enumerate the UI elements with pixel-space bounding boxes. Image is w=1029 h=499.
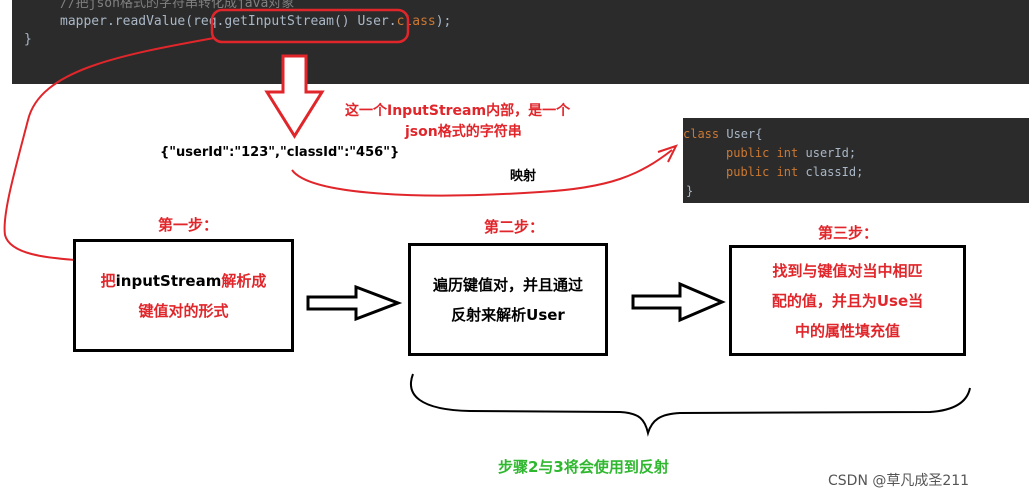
step2-text: 遍历键值对，并且通过 反射来解析User: [433, 270, 583, 330]
step3-box: 找到与键值对当中相匹 配的值，并且为Use当 中的属性填充值: [729, 245, 966, 356]
inputstream-note-line1: 这一个InputStream内部，是一个: [345, 103, 571, 119]
step3-line1: 找到与键值对当中相匹: [772, 261, 923, 280]
down-arrow: [264, 54, 325, 139]
inputstream-note-line2: json格式的字符串: [405, 124, 522, 140]
watermark: CSDN @草凡成圣211: [828, 473, 970, 489]
arrow-step1-to-step2: [306, 284, 403, 322]
json-sample: {"userId":"123","classId":"456"}: [160, 145, 400, 160]
step1-text-part: 把: [100, 271, 116, 290]
step2-box: 遍历键值对，并且通过 反射来解析User: [408, 243, 608, 356]
step3-line2: 配的值，并且为Use当: [771, 291, 924, 310]
bottom-brace: [410, 373, 971, 437]
step1-line1: 把inputStream解析成: [101, 266, 267, 296]
step1-text-part: inputStream: [115, 271, 222, 290]
step1-box: 把inputStream解析成 键值对的形式: [73, 239, 294, 352]
step2-line1: 遍历键值对，并且通过: [432, 275, 583, 294]
step3-title: 第三步：: [818, 224, 879, 242]
mapping-label: 映射: [510, 169, 537, 184]
arrow-step2-to-step3: [631, 281, 726, 323]
step3-text: 找到与键值对当中相匹 配的值，并且为Use当 中的属性填充值: [772, 256, 923, 346]
step2-title: 第二步：: [484, 218, 545, 236]
step2-line2: 反射来解析User: [451, 305, 565, 324]
step1-title: 第一步：: [158, 216, 219, 234]
step3-line3: 中的属性填充值: [794, 321, 900, 340]
step1-text: 把inputStream解析成 键值对的形式: [101, 266, 267, 326]
bottom-note: 步骤2与3将会使用到反射: [498, 458, 669, 476]
highlight-ellipse: [210, 8, 410, 44]
step1-text-part: 解析成: [221, 271, 267, 290]
step1-line2: 键值对的形式: [138, 301, 229, 320]
